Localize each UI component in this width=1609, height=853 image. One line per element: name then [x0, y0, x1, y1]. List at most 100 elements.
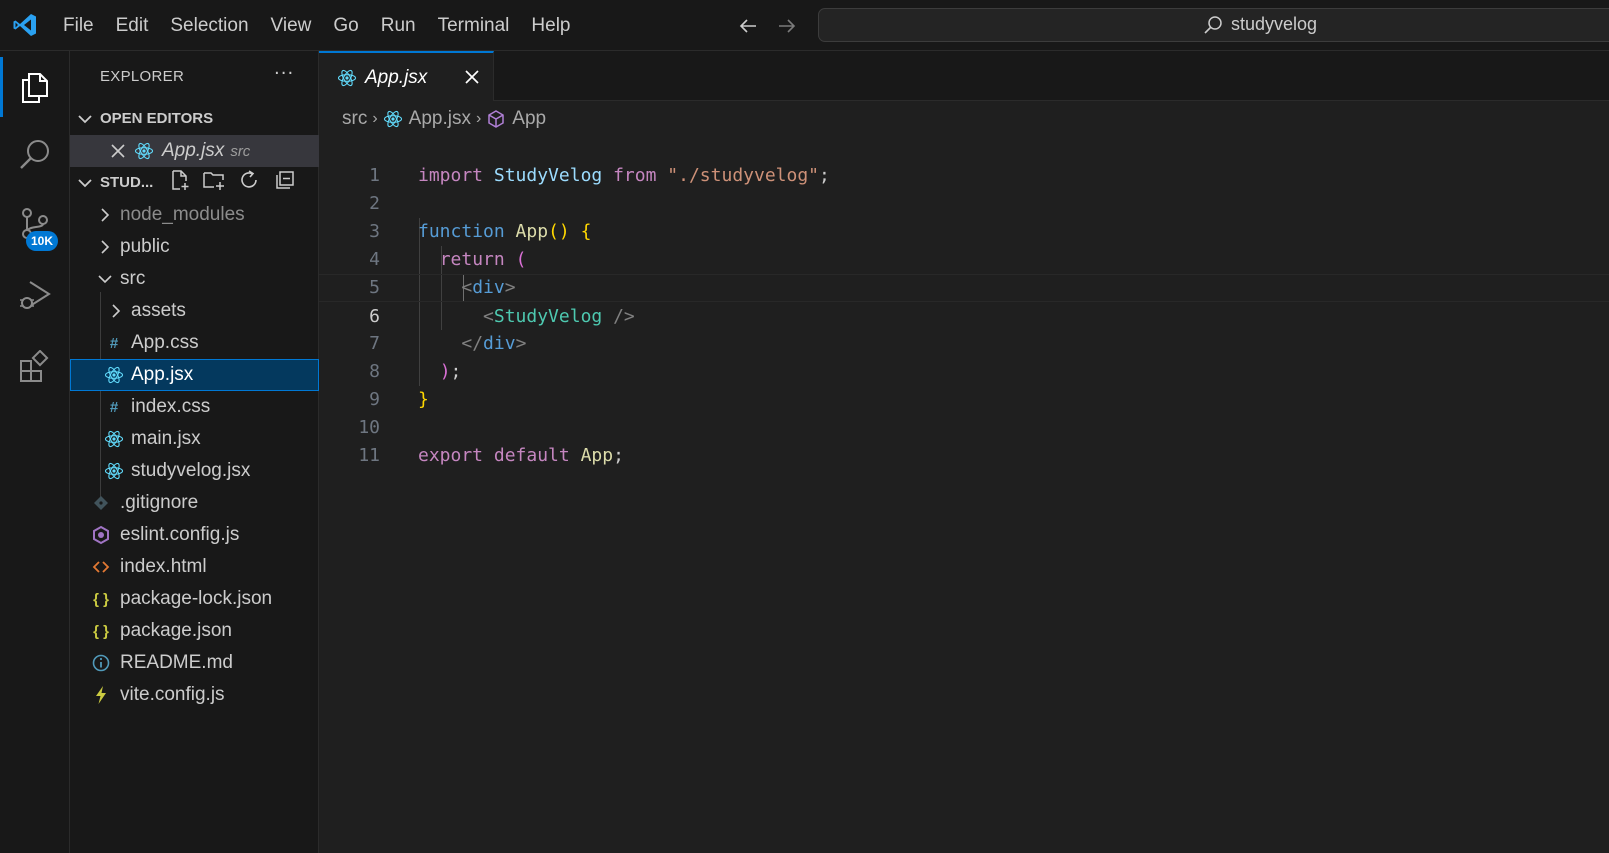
- json-icon: { }: [93, 590, 109, 608]
- tree-item-public[interactable]: public: [70, 231, 319, 263]
- search-icon: [1204, 16, 1222, 34]
- html-icon: [92, 561, 110, 573]
- menu-file[interactable]: File: [52, 15, 105, 37]
- activity-explorer[interactable]: [0, 57, 70, 117]
- tree-item-label: App.jsx: [131, 364, 194, 385]
- tree-item-label: index.html: [120, 556, 207, 577]
- tree-item-package-json[interactable]: { } package.json: [70, 615, 319, 647]
- tree-item-node-modules[interactable]: node_modules: [70, 199, 319, 231]
- new-folder-icon[interactable]: [203, 169, 225, 191]
- source-control-badge: 10K: [26, 231, 59, 251]
- arrow-right-icon[interactable]: [775, 14, 799, 38]
- breadcrumb-folder[interactable]: src: [342, 108, 367, 130]
- tree-item-app-css[interactable]: # App.css: [70, 327, 319, 359]
- tree-item-label: package.json: [120, 620, 232, 641]
- vscode-logo-icon: [13, 14, 36, 36]
- symbol-method-icon: [488, 110, 505, 128]
- tree-item-readme[interactable]: README.md: [70, 647, 319, 679]
- react-icon: [104, 462, 124, 480]
- tree-item-label: .gitignore: [120, 492, 199, 513]
- menu-go[interactable]: Go: [322, 15, 369, 37]
- breadcrumb: src › App.jsx › App: [342, 106, 546, 132]
- chevron-right-icon: ›: [475, 110, 482, 127]
- close-icon[interactable]: [462, 67, 482, 87]
- open-editors-title: OPEN EDITORS: [100, 110, 214, 127]
- activity-search[interactable]: [0, 125, 70, 185]
- explorer-title: EXPLORER: [100, 68, 185, 85]
- menu-run[interactable]: Run: [370, 15, 427, 37]
- extensions-icon: [20, 350, 49, 382]
- react-icon: [383, 110, 402, 128]
- open-editors-section[interactable]: OPEN EDITORS: [70, 103, 319, 135]
- eslint-icon: [93, 525, 109, 545]
- code-line-7[interactable]: 7 </div>: [319, 302, 1609, 354]
- tree-item-label: main.jsx: [131, 428, 201, 449]
- tree-item-vite-config[interactable]: vite.config.js: [70, 679, 319, 711]
- json-icon: { }: [93, 622, 109, 640]
- chevron-down-icon: [78, 115, 92, 124]
- chevron-right-icon: [101, 240, 110, 254]
- new-file-icon[interactable]: [169, 169, 191, 191]
- project-title: STUD...: [100, 174, 154, 191]
- run-debug-icon: [20, 281, 51, 309]
- chevron-right-icon: [101, 208, 110, 222]
- menu-help[interactable]: Help: [520, 15, 581, 37]
- menu-terminal[interactable]: Terminal: [427, 15, 521, 37]
- close-icon[interactable]: [108, 141, 128, 161]
- tree-item-index-html[interactable]: index.html: [70, 551, 319, 583]
- tree-item-app-jsx[interactable]: App.jsx: [70, 359, 319, 391]
- code-line-4[interactable]: 4 return (: [319, 218, 1609, 270]
- tab-label: App.jsx: [365, 67, 428, 88]
- command-center[interactable]: studyvelog: [818, 8, 1609, 42]
- chevron-down-icon: [98, 275, 112, 284]
- activity-run-debug[interactable]: [0, 265, 70, 325]
- breadcrumb-file[interactable]: App.jsx: [409, 108, 471, 130]
- code-line-1[interactable]: 1 import StudyVelog from "./studyvelog";: [319, 134, 1609, 186]
- menu-selection[interactable]: Selection: [159, 15, 259, 37]
- menu-edit[interactable]: Edit: [105, 15, 160, 37]
- chevron-right-icon: [112, 304, 121, 318]
- menu-bar: File Edit Selection View Go Run Terminal…: [52, 0, 582, 51]
- tab-app-jsx[interactable]: App.jsx: [319, 51, 494, 101]
- breadcrumb-symbol[interactable]: App: [512, 108, 546, 130]
- more-actions-icon[interactable]: ···: [274, 63, 294, 84]
- code-line-8[interactable]: 8 );: [319, 330, 1609, 382]
- activity-source-control[interactable]: 10K: [0, 193, 70, 253]
- code-line-3[interactable]: 3 function App() {: [319, 190, 1609, 242]
- code-line-10[interactable]: 10: [319, 386, 1609, 438]
- tree-item-label: package-lock.json: [120, 588, 273, 609]
- css-hash-icon: #: [109, 398, 119, 416]
- css-hash-icon: #: [109, 334, 119, 352]
- code-line-6[interactable]: 6 <StudyVelog />: [319, 274, 1609, 327]
- open-editor-item[interactable]: App.jsx src: [70, 135, 319, 167]
- refresh-icon[interactable]: [238, 169, 260, 191]
- react-icon: [104, 366, 124, 384]
- activity-bar: 10K: [0, 51, 70, 853]
- code-line-2[interactable]: 2: [319, 162, 1609, 214]
- editor-tab-bar: App.jsx: [319, 51, 1609, 101]
- tree-item-main-jsx[interactable]: main.jsx: [70, 423, 319, 455]
- tree-item-studyvelog-jsx[interactable]: studyvelog.jsx: [70, 455, 319, 487]
- code-line-9[interactable]: 9}: [319, 358, 1609, 410]
- tree-item-assets[interactable]: assets: [70, 295, 319, 327]
- activity-extensions[interactable]: [0, 337, 70, 397]
- tree-item-label: public: [120, 236, 170, 257]
- tree-item-src[interactable]: src: [70, 263, 319, 295]
- react-icon: [337, 69, 357, 87]
- tree-item-label: App.css: [131, 332, 199, 353]
- tree-item-eslint-config[interactable]: eslint.config.js: [70, 519, 319, 551]
- tree-item-label: studyvelog.jsx: [131, 460, 251, 481]
- tree-item-gitignore[interactable]: .gitignore: [70, 487, 319, 519]
- code-line-5[interactable]: 5 <div>: [319, 246, 1609, 298]
- vite-bolt-icon: [96, 686, 106, 704]
- tree-item-label: README.md: [120, 652, 233, 673]
- tree-item-package-lock[interactable]: { } package-lock.json: [70, 583, 319, 615]
- code-line-11[interactable]: 11 export default App;: [319, 414, 1609, 466]
- collapse-all-icon[interactable]: [274, 169, 296, 191]
- chevron-right-icon: ›: [372, 110, 378, 127]
- menu-view[interactable]: View: [260, 15, 323, 37]
- files-icon: [22, 73, 48, 103]
- tree-item-index-css[interactable]: # index.css: [70, 391, 319, 423]
- arrow-left-icon[interactable]: [736, 14, 760, 38]
- tree-item-label: assets: [131, 300, 186, 321]
